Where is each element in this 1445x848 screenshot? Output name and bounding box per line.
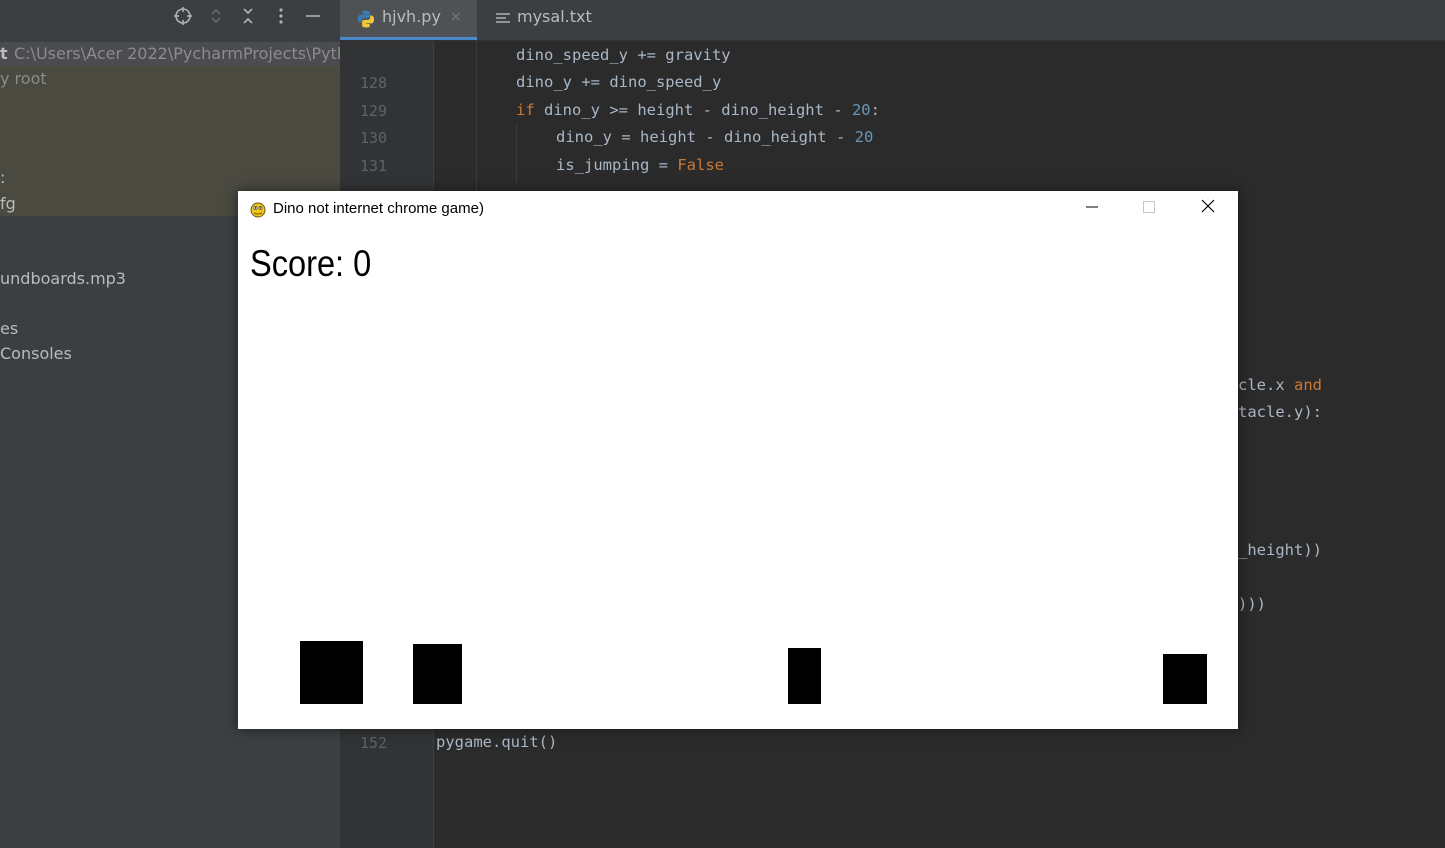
indent-guide [476,41,477,191]
line-number: 130 [360,129,388,147]
tree-item-consoles[interactable]: Consoles [0,344,72,363]
tree-item-colon[interactable]: : [0,168,5,187]
obstacle [788,648,821,704]
window-close-button[interactable] [1179,191,1237,227]
line-number: 152 [360,734,388,752]
text-file-icon [493,7,513,27]
project-panel-toolbar [0,0,340,40]
tree-item-scratches[interactable]: es [0,319,18,338]
expand-icon[interactable] [205,6,227,28]
score-label: Score: 0 [250,243,372,284]
code-line-partial: _height)) [1238,541,1322,559]
tab-label: mysal.txt [517,7,592,26]
obstacle [1163,654,1207,704]
tree-item-soundboards[interactable]: undboards.mp3 [0,269,126,288]
more-icon[interactable] [270,6,292,28]
code-line-partial: tacle.y): [1238,403,1322,421]
line-number: 131 [360,157,388,175]
tab-label: hjvh.py [382,7,441,26]
game-window[interactable]: Dino not internet chrome game) Score: 0 [238,191,1238,729]
collapse-icon[interactable] [237,6,259,28]
minimize-icon[interactable] [302,6,324,28]
code-line: dino_speed_y += gravity [516,46,731,64]
indent-guide [516,123,517,183]
window-maximize-button[interactable] [1120,191,1178,227]
code-line-partial: cle.x and [1238,376,1323,394]
game-window-title: Dino not internet chrome game) [273,200,484,217]
project-root-prefix: t [0,44,8,63]
tree-item-root[interactable]: y root [0,69,47,88]
line-number: 129 [360,102,388,120]
code-line: dino_y += dino_speed_y [516,73,722,91]
code-line-partial: ))) [1238,595,1266,613]
editor-tab-bar: hjvh.py × mysal.txt [340,0,1445,41]
close-icon[interactable]: × [450,0,462,34]
code-line: if dino_y >= height - dino_height - 20: [516,101,880,119]
line-number: 128 [360,74,388,92]
tab-hjvh-py[interactable]: hjvh.py × [340,0,477,40]
code-line: is_jumping = False [556,156,724,174]
obstacle [413,644,462,704]
target-icon[interactable] [172,6,194,28]
tree-item-cfg[interactable]: fg [0,194,16,213]
window-minimize-button[interactable] [1063,191,1121,227]
code-line: pygame.quit() [436,733,558,751]
python-file-icon [356,7,376,28]
pygame-snake-icon [249,200,267,218]
game-titlebar[interactable]: Dino not internet chrome game) [238,191,1238,227]
tab-mysal-txt[interactable]: mysal.txt [480,0,620,40]
code-line: dino_y = height - dino_height - 20 [556,128,874,146]
obstacle [300,641,363,704]
